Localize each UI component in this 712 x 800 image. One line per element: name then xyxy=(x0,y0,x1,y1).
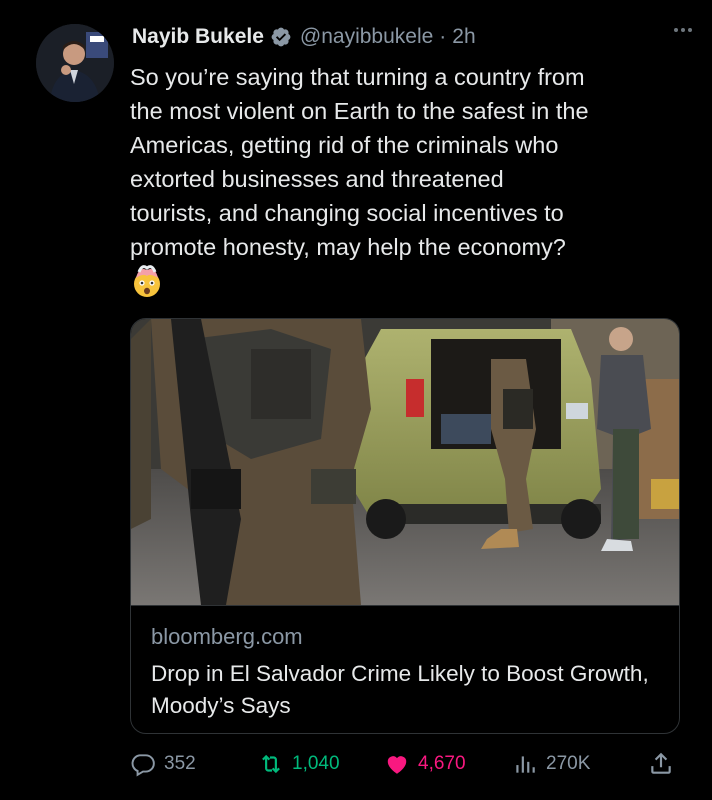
tweet-text: So you’re saying that turning a country … xyxy=(130,64,589,260)
card-meta: bloomberg.com Drop in El Salvador Crime … xyxy=(131,605,679,733)
views-icon xyxy=(516,756,535,773)
share-button[interactable] xyxy=(648,744,674,784)
repost-count: 1,040 xyxy=(292,753,340,774)
post-time[interactable]: 2h xyxy=(452,25,475,49)
reply-button[interactable]: 352 xyxy=(130,744,196,784)
views-count: 270K xyxy=(546,753,591,774)
separator-dot: · xyxy=(439,25,447,48)
avatar[interactable] xyxy=(36,24,114,102)
more-options-icon[interactable] xyxy=(674,28,692,32)
verified-badge-icon[interactable] xyxy=(270,26,292,48)
like-count: 4,670 xyxy=(418,753,466,774)
article-image xyxy=(131,319,679,605)
action-bar: 352 1,040 4,670 270K xyxy=(130,744,678,784)
card-title[interactable]: Drop in El Salvador Crime Likely to Boos… xyxy=(151,658,661,722)
repost-icon xyxy=(262,754,280,774)
exploding-head-emoji: 🤯 xyxy=(130,264,164,298)
tweet-header: Nayib Bukele @nayibbukele · 2h xyxy=(132,22,692,52)
like-button[interactable]: 4,670 xyxy=(384,744,466,784)
author-handle[interactable]: @nayibbukele xyxy=(300,25,433,49)
heart-icon xyxy=(387,756,407,774)
avatar-image xyxy=(36,24,114,102)
reply-count: 352 xyxy=(164,753,196,774)
views-button[interactable]: 270K xyxy=(512,744,590,784)
card-domain[interactable]: bloomberg.com xyxy=(151,624,303,650)
author-name[interactable]: Nayib Bukele xyxy=(132,25,264,49)
share-icon xyxy=(651,752,671,774)
reply-icon xyxy=(131,754,155,777)
link-preview-card[interactable]: bloomberg.com Drop in El Salvador Crime … xyxy=(130,318,680,734)
repost-button[interactable]: 1,040 xyxy=(258,744,340,784)
